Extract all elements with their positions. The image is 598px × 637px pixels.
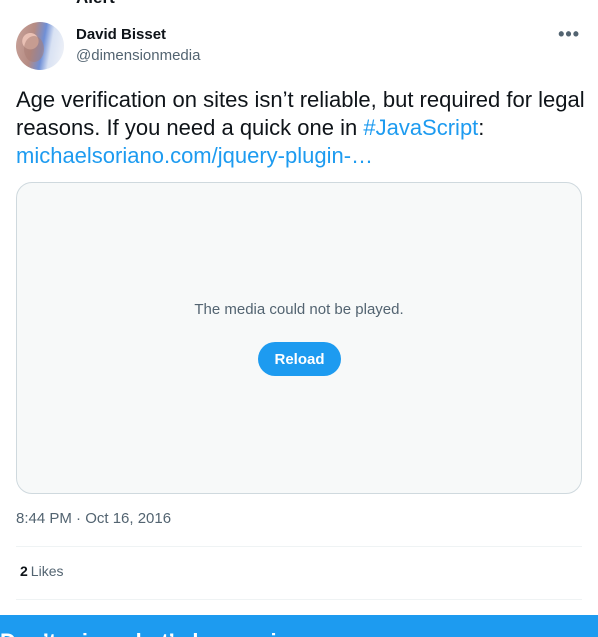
author-name[interactable]: David Bisset	[76, 26, 166, 43]
hashtag-link[interactable]: #JavaScript	[363, 115, 478, 140]
url-link[interactable]: michaelsoriano.com/jquery-plugin-…	[16, 143, 373, 168]
divider	[16, 599, 582, 600]
author-handle[interactable]: @dimensionmedia	[76, 47, 200, 64]
reload-button[interactable]: Reload	[258, 342, 341, 376]
tweet-text-colon: :	[478, 115, 485, 140]
tweet-timestamp[interactable]: 8:44 PM · Oct 16, 2016	[16, 510, 171, 527]
likes-count[interactable]: 2 Likes	[20, 563, 63, 579]
media-player: The media could not be played. Reload	[16, 182, 582, 494]
media-error-message: The media could not be played.	[194, 301, 404, 318]
tweet-text: Age verification on sites isn’t reliable…	[16, 86, 586, 170]
login-banner: Don’t miss what’s happening	[0, 615, 598, 637]
banner-text: Don’t miss what’s happening	[0, 629, 304, 637]
divider	[16, 546, 582, 547]
likes-number: 2	[20, 563, 28, 579]
previous-tweet-cutoff-text: Alert	[76, 0, 115, 8]
more-horizontal-icon[interactable]: •••	[558, 24, 580, 45]
tweet-header: David Bisset @dimensionmedia •••	[16, 22, 582, 72]
avatar[interactable]	[16, 22, 64, 70]
likes-label: Likes	[30, 563, 64, 579]
tweet-text-body: Age verification on sites isn’t reliable…	[16, 87, 585, 140]
